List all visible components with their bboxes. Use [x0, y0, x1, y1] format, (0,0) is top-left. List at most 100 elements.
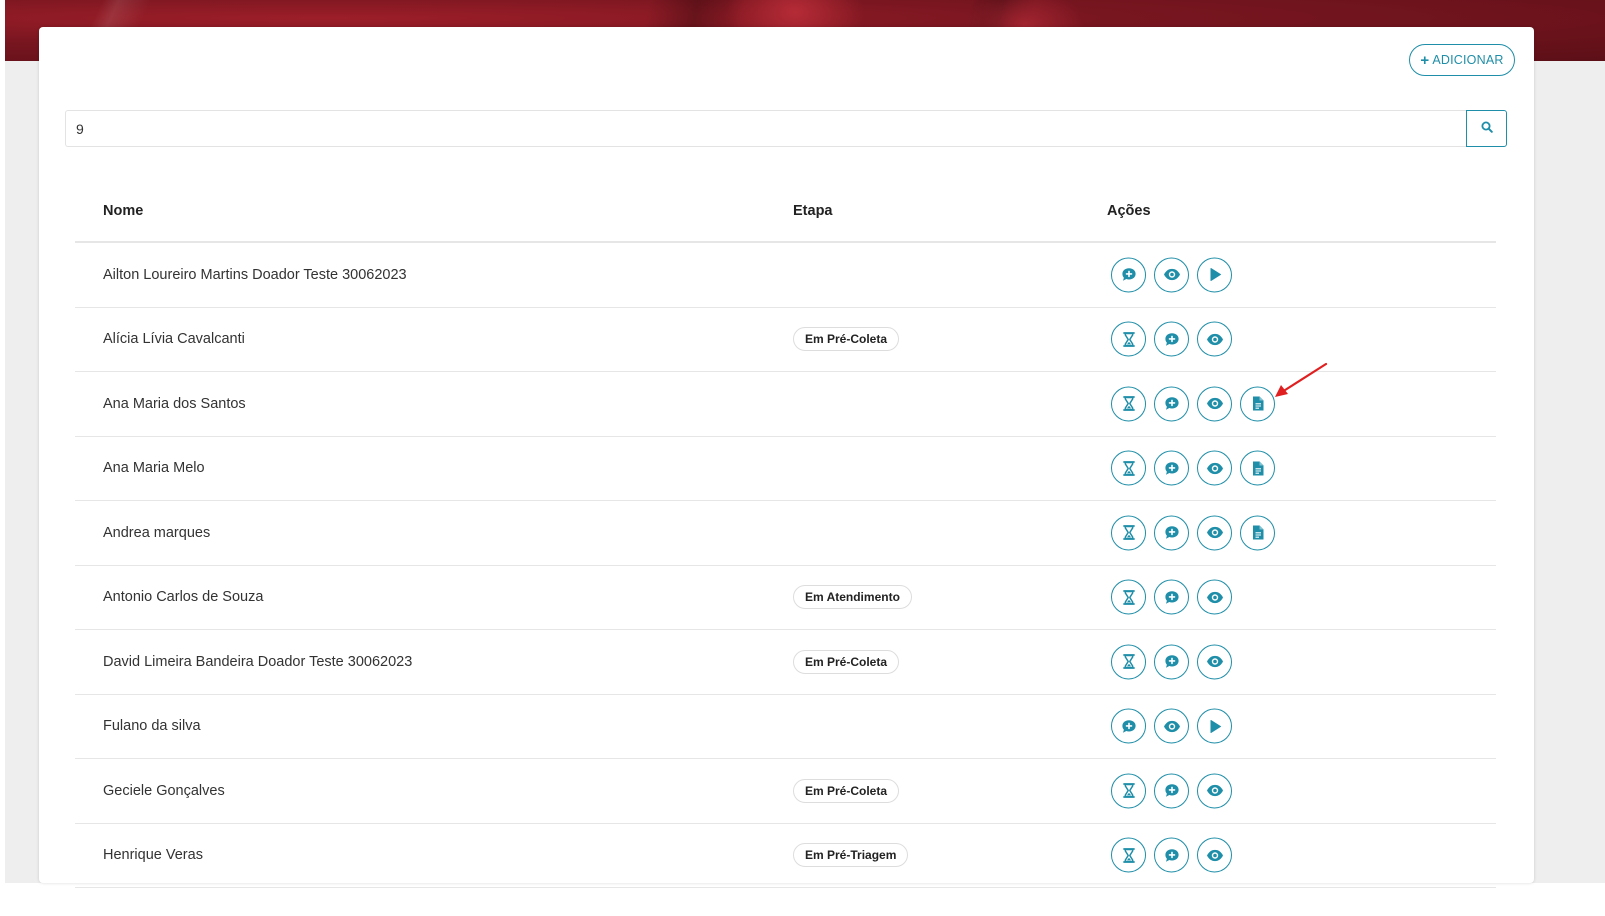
- status-button[interactable]: [1111, 386, 1146, 422]
- donor-name: Ana Maria Melo: [103, 460, 205, 477]
- donor-name: Ana Maria dos Santos: [103, 395, 246, 412]
- hourglass-icon: [1121, 589, 1137, 605]
- stage-badge: Em Pré-Coleta: [793, 327, 900, 352]
- comment-button[interactable]: [1154, 321, 1189, 357]
- comment-button[interactable]: [1154, 515, 1189, 551]
- status-button[interactable]: [1111, 837, 1146, 873]
- view-button[interactable]: [1154, 708, 1189, 744]
- status-button[interactable]: [1111, 450, 1146, 486]
- view-button[interactable]: [1197, 450, 1232, 486]
- document-icon: [1251, 525, 1265, 541]
- table-row: David Limeira Bandeira Doador Teste 3006…: [75, 630, 1496, 695]
- eye-icon: [1163, 719, 1181, 733]
- chat-plus-icon: [1164, 589, 1180, 605]
- donor-name: Henrique Veras: [103, 847, 203, 864]
- comment-button[interactable]: [1111, 257, 1146, 293]
- status-button[interactable]: [1111, 773, 1146, 809]
- app-window: + ADICIONAR Nome Etapa Ações Ailton Lour…: [0, 0, 1605, 916]
- column-header-actions: Ações: [1107, 203, 1151, 219]
- chat-plus-icon: [1164, 847, 1180, 863]
- view-button[interactable]: [1197, 515, 1232, 551]
- stage-badge: Em Pré-Triagem: [793, 843, 909, 868]
- chat-plus-icon: [1164, 460, 1180, 476]
- search-button[interactable]: [1466, 110, 1507, 147]
- eye-icon: [1206, 461, 1224, 475]
- donors-table: Nome Etapa Ações Ailton Loureiro Martins…: [75, 178, 1496, 888]
- view-button[interactable]: [1197, 644, 1232, 680]
- play-icon: [1207, 267, 1223, 283]
- hourglass-icon: [1121, 654, 1137, 670]
- status-button[interactable]: [1111, 321, 1146, 357]
- comment-button[interactable]: [1154, 773, 1189, 809]
- view-button[interactable]: [1154, 257, 1189, 293]
- row-actions: [1111, 837, 1232, 873]
- donor-name: Fulano da silva: [103, 718, 201, 735]
- eye-icon: [1206, 526, 1224, 540]
- donor-name: Alícia Lívia Cavalcanti: [103, 331, 245, 348]
- eye-icon: [1206, 848, 1224, 862]
- row-actions: [1111, 773, 1232, 809]
- comment-button[interactable]: [1111, 708, 1146, 744]
- hourglass-icon: [1121, 783, 1137, 799]
- hourglass-icon: [1121, 525, 1137, 541]
- table-row: Andrea marques: [75, 501, 1496, 566]
- table-header: Nome Etapa Ações: [75, 178, 1496, 243]
- chat-plus-icon: [1164, 783, 1180, 799]
- table-row: Ana Maria dos Santos: [75, 372, 1496, 437]
- hourglass-icon: [1121, 460, 1137, 476]
- play-icon: [1207, 718, 1223, 734]
- main-card: + ADICIONAR Nome Etapa Ações Ailton Lour…: [39, 27, 1534, 888]
- row-actions: [1111, 644, 1232, 680]
- hourglass-icon: [1121, 396, 1137, 412]
- document-icon: [1251, 396, 1265, 412]
- document-button[interactable]: [1240, 450, 1275, 486]
- view-button[interactable]: [1197, 837, 1232, 873]
- row-actions: [1111, 515, 1275, 551]
- document-button[interactable]: [1240, 386, 1275, 422]
- eye-icon: [1163, 268, 1181, 282]
- chat-plus-icon: [1121, 718, 1137, 734]
- stage-badge: Em Atendimento: [793, 585, 912, 610]
- stage-badge: Em Pré-Coleta: [793, 778, 900, 803]
- stage-badge: Em Pré-Coleta: [793, 649, 900, 674]
- row-actions: [1111, 450, 1275, 486]
- row-actions: [1111, 386, 1275, 422]
- comment-button[interactable]: [1154, 837, 1189, 873]
- row-actions: [1111, 321, 1232, 357]
- table-row: Henrique Veras Em Pré-Triagem: [75, 824, 1496, 888]
- search-input[interactable]: [65, 110, 1466, 147]
- view-button[interactable]: [1197, 579, 1232, 615]
- comment-button[interactable]: [1154, 386, 1189, 422]
- table-row: Fulano da silva: [75, 695, 1496, 759]
- view-button[interactable]: [1197, 386, 1232, 422]
- table-row: Ailton Loureiro Martins Doador Teste 300…: [75, 243, 1496, 308]
- eye-icon: [1206, 655, 1224, 669]
- table-row: Alícia Lívia Cavalcanti Em Pré-Coleta: [75, 308, 1496, 372]
- column-header-name: Nome: [103, 203, 144, 219]
- chat-plus-icon: [1121, 267, 1137, 283]
- view-button[interactable]: [1197, 773, 1232, 809]
- hourglass-icon: [1121, 847, 1137, 863]
- view-button[interactable]: [1197, 321, 1232, 357]
- document-icon: [1251, 460, 1265, 476]
- search-bar: [65, 110, 1507, 147]
- chat-plus-icon: [1164, 525, 1180, 541]
- status-button[interactable]: [1111, 579, 1146, 615]
- comment-button[interactable]: [1154, 579, 1189, 615]
- comment-button[interactable]: [1154, 450, 1189, 486]
- status-button[interactable]: [1111, 644, 1146, 680]
- start-button[interactable]: [1197, 708, 1232, 744]
- table-row: Geciele Gonçalves Em Pré-Coleta: [75, 759, 1496, 824]
- add-button[interactable]: + ADICIONAR: [1409, 44, 1515, 76]
- start-button[interactable]: [1197, 257, 1232, 293]
- plus-icon: +: [1420, 51, 1430, 69]
- eye-icon: [1206, 784, 1224, 798]
- hourglass-icon: [1121, 331, 1137, 347]
- table-body: Ailton Loureiro Martins Doador Teste 300…: [75, 243, 1496, 888]
- comment-button[interactable]: [1154, 644, 1189, 680]
- eye-icon: [1206, 590, 1224, 604]
- eye-icon: [1206, 397, 1224, 411]
- chat-plus-icon: [1164, 396, 1180, 412]
- document-button[interactable]: [1240, 515, 1275, 551]
- status-button[interactable]: [1111, 515, 1146, 551]
